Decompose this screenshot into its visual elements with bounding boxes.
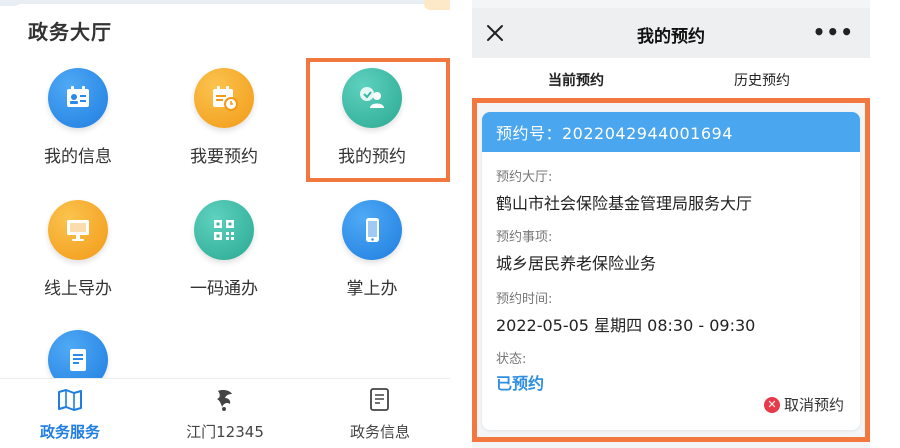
bottom-tab-bar: 政务服务 江门12345 政务信息 (0, 378, 450, 448)
item-label: 预约事项: (496, 230, 553, 245)
corner-badge (424, 0, 450, 10)
grid-item-online-guide[interactable]: 线上导办 (8, 192, 148, 302)
qr-code-icon (194, 200, 254, 260)
hall-value: 鹤山市社会保险基金管理局服务大厅 (496, 194, 753, 213)
appointment-number: 预约号：2022042944001694 (482, 112, 860, 152)
tab-government-info[interactable]: 政务信息 (320, 387, 440, 442)
item-value: 城乡居民养老保险业务 (496, 254, 657, 273)
highlight-my-appointment (306, 58, 450, 182)
monitor-icon (48, 200, 108, 260)
section-title: 政务大厅 (28, 20, 112, 44)
appointment-tabs: 当前预约 历史预约 (472, 58, 870, 100)
map-icon (10, 387, 130, 413)
tab-label: 政务服务 (39, 423, 100, 441)
tab-jiangmen-12345[interactable]: 江门12345 (165, 387, 285, 442)
tab-history-appointment[interactable]: 历史预约 (734, 70, 790, 90)
cancel-appointment-button[interactable]: ✕ 取消预约 (763, 394, 844, 415)
nav-bar: 我的预约 ••• (472, 8, 870, 58)
more-icon[interactable]: ••• (813, 20, 854, 44)
status-badge: 已预约 (496, 374, 545, 393)
grid-item-label: 我的信息 (44, 147, 112, 167)
grid-item-label: 我要预约 (190, 147, 258, 167)
grid-item-label: 掌上办 (346, 279, 398, 299)
hall-label: 预约大厅: (496, 170, 553, 185)
grid-item-my-info[interactable]: 我的信息 (8, 60, 148, 170)
grid-item-mobile[interactable]: 掌上办 (302, 192, 442, 302)
tab-government-services[interactable]: 政务服务 (10, 387, 130, 442)
time-value: 2022-05-05 星期四 08:30 - 09:30 (496, 316, 756, 335)
id-card-icon (48, 68, 108, 128)
grid-item-one-code[interactable]: 一码通办 (154, 192, 294, 302)
calendar-clock-icon (194, 68, 254, 128)
tab-current-appointment[interactable]: 当前预约 (548, 70, 604, 90)
grid-item-label: 一码通办 (190, 279, 258, 299)
page-title: 我的预约 (637, 27, 705, 47)
cancel-label: 取消预约 (783, 396, 844, 414)
doc-list-icon (320, 387, 440, 413)
tab-label: 政务信息 (349, 423, 410, 441)
mobile-icon (342, 200, 402, 260)
appointment-card: 预约号：2022042944001694 预约大厅: 鹤山市社会保险基金管理局服… (482, 112, 860, 430)
grid-item-make-appointment[interactable]: 我要预约 (154, 60, 294, 170)
grid-item-label: 线上导办 (44, 279, 112, 299)
tab-label: 江门12345 (186, 423, 264, 441)
status-label: 状态: (496, 352, 527, 367)
time-label: 预约时间: (496, 292, 553, 307)
logo-icon (165, 387, 285, 413)
left-panel: 政务大厅 我的信息 我要预约 我的预约 线上导办 一码通办 掌上办 政务服务 江… (0, 0, 450, 448)
right-panel: 我的预约 ••• 当前预约 历史预约 预约号：2022042944001694 … (472, 0, 870, 448)
cancel-icon: ✕ (763, 396, 780, 413)
